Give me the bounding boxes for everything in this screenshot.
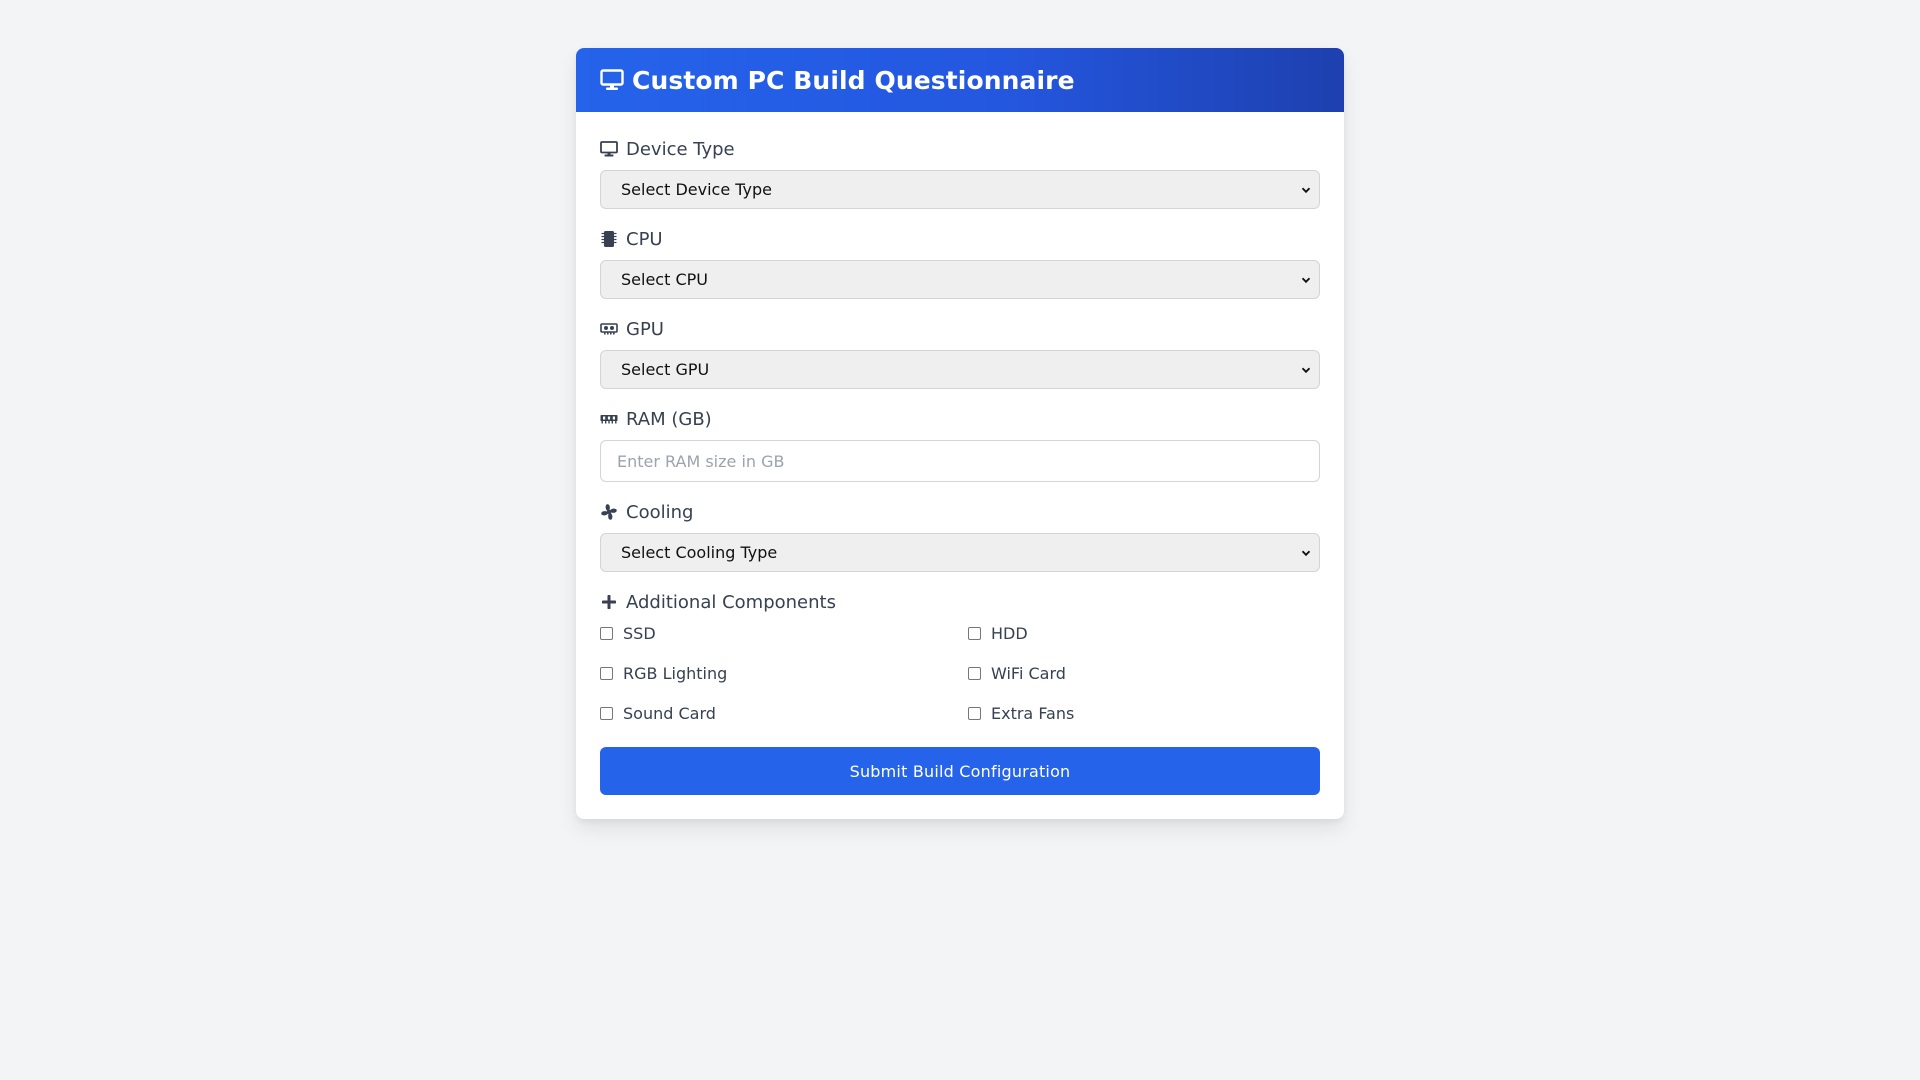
chevron-down-icon (1301, 187, 1311, 193)
monitor-icon (600, 68, 624, 92)
additional-components-label: Additional Components (600, 591, 1320, 613)
checkbox-box[interactable] (600, 666, 613, 680)
device-type-label-text: Device Type (626, 138, 735, 160)
gpu-select[interactable]: Select GPU (600, 350, 1320, 389)
graphics-card-icon (600, 320, 618, 338)
plus-icon (600, 593, 618, 611)
cooling-select[interactable]: Select Cooling Type (600, 533, 1320, 572)
checkbox-label: RGB Lighting (623, 663, 728, 683)
device-type-select[interactable]: Select Device Type (600, 170, 1320, 209)
fan-icon (600, 503, 618, 521)
checkbox-hdd[interactable]: HDD (968, 623, 1320, 643)
checkbox-label: Sound Card (623, 703, 716, 723)
cpu-field: CPU Select CPU (600, 228, 1320, 299)
checkbox-label: SSD (623, 623, 656, 643)
chevron-down-icon (1301, 550, 1311, 556)
checkbox-box[interactable] (600, 626, 613, 640)
ram-size-input[interactable] (600, 440, 1320, 482)
cpu-selected-value: Select CPU (621, 270, 708, 289)
monitor-icon (600, 140, 618, 158)
device-type-label: Device Type (600, 138, 1320, 160)
chevron-down-icon (1301, 277, 1311, 283)
device-type-selected-value: Select Device Type (621, 180, 772, 199)
gpu-label: GPU (600, 318, 1320, 340)
checkbox-label: WiFi Card (991, 663, 1066, 683)
microchip-icon (600, 230, 618, 248)
additional-components-field: Additional Components SSD HDD RGB Lighti… (600, 591, 1320, 723)
gpu-selected-value: Select GPU (621, 360, 710, 379)
cooling-label: Cooling (600, 501, 1320, 523)
ram-label-text: RAM (GB) (626, 408, 712, 430)
checkbox-label: HDD (991, 623, 1028, 643)
gpu-label-text: GPU (626, 318, 664, 340)
submit-button[interactable]: Submit Build Configuration (600, 747, 1320, 795)
checkbox-ssd[interactable]: SSD (600, 623, 968, 643)
ram-field: RAM (GB) (600, 408, 1320, 482)
additional-components-label-text: Additional Components (626, 591, 836, 613)
cpu-label-text: CPU (626, 228, 663, 250)
cooling-label-text: Cooling (626, 501, 694, 523)
checkbox-label: Extra Fans (991, 703, 1075, 723)
checkbox-box[interactable] (968, 626, 981, 640)
gpu-field: GPU Select GPU (600, 318, 1320, 389)
checkbox-extra-fans[interactable]: Extra Fans (968, 703, 1320, 723)
component-checkbox-grid: SSD HDD RGB Lighting WiFi Card Sound Car… (600, 623, 1320, 723)
ram-label: RAM (GB) (600, 408, 1320, 430)
card-header: Custom PC Build Questionnaire (576, 48, 1344, 112)
cooling-selected-value: Select Cooling Type (621, 543, 778, 562)
page-title: Custom PC Build Questionnaire (632, 65, 1075, 95)
checkbox-wifi-card[interactable]: WiFi Card (968, 663, 1320, 683)
checkbox-rgb-lighting[interactable]: RGB Lighting (600, 663, 968, 683)
chevron-down-icon (1301, 367, 1311, 373)
checkbox-sound-card[interactable]: Sound Card (600, 703, 968, 723)
checkbox-box[interactable] (968, 706, 981, 720)
device-type-field: Device Type Select Device Type (600, 138, 1320, 209)
cpu-label: CPU (600, 228, 1320, 250)
checkbox-box[interactable] (968, 666, 981, 680)
cpu-select[interactable]: Select CPU (600, 260, 1320, 299)
cooling-field: Cooling Select Cooling Type (600, 501, 1320, 572)
form-body: Device Type Select Device Type CPU Selec… (576, 112, 1344, 819)
memory-icon (600, 410, 618, 428)
checkbox-box[interactable] (600, 706, 613, 720)
questionnaire-card: Custom PC Build Questionnaire Device Typ… (576, 48, 1344, 819)
